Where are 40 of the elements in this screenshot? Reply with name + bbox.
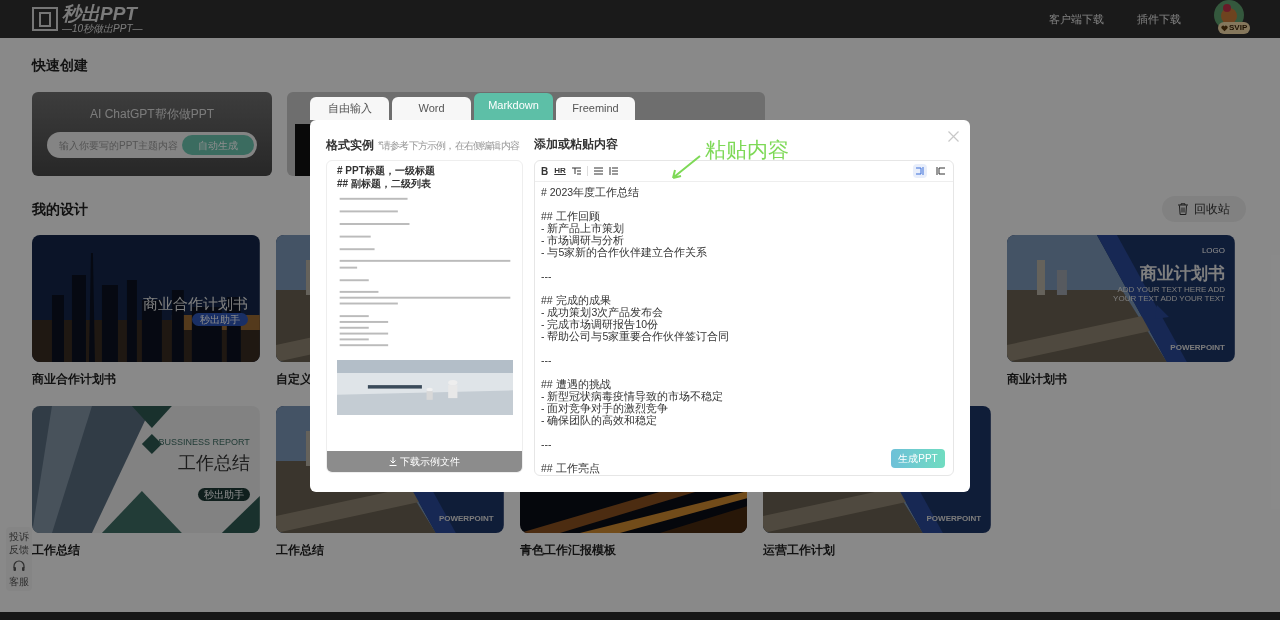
panel-title: 添加或粘贴内容: [534, 136, 618, 152]
slide-text: 秒出助手: [191, 313, 248, 326]
example-heading: # PPT标题，一级标题: [337, 164, 436, 177]
complaint-link[interactable]: 投诉反馈: [8, 530, 30, 556]
design-title: 商业合作计划书: [32, 372, 117, 386]
svip-badge: SVIP: [1218, 22, 1251, 34]
download-example-button[interactable]: 下载示例文件: [327, 451, 522, 472]
design-title: 工作总结: [32, 543, 81, 557]
slide-text: BUSSINESS REPORT: [158, 436, 250, 449]
slide-text: POWERPOINT: [1170, 342, 1225, 354]
design-title: 运营工作计划: [763, 543, 837, 557]
slide-text: 工作总结: [177, 452, 250, 475]
slide-text: LOGO: [1201, 245, 1225, 257]
service-link[interactable]: 客服: [9, 576, 29, 588]
slide-text: 商业计划书: [1140, 263, 1225, 285]
card-title: AI ChatGPT帮你做PPT: [90, 106, 214, 122]
dialog-tab[interactable]: Word: [392, 97, 471, 120]
header-link[interactable]: 客户端下载: [1049, 10, 1104, 28]
logo-subtitle: —10秒做出PPT—: [62, 24, 143, 34]
panel-title: 格式实例: [326, 137, 374, 154]
example-heading: ## 副标题，二级列表: [337, 178, 432, 190]
slide-text: POWERPOINT: [438, 513, 494, 525]
panel-note: *请参考下方示例，在右侧编辑内容: [378, 139, 520, 153]
slide-text: POWERPOINT: [926, 513, 982, 525]
slide-text: 商业合作计划书: [142, 294, 248, 314]
annotation-text: 粘贴内容: [705, 137, 789, 163]
design-title: 商业计划书: [1007, 372, 1069, 386]
section-title: 我的设计: [32, 199, 88, 219]
horizontal-rule-button[interactable]: HR: [554, 165, 566, 177]
bold-button[interactable]: B: [541, 163, 549, 179]
recycle-bin-button[interactable]: 回收站: [1162, 196, 1246, 222]
design-title: 工作总结: [275, 543, 325, 557]
section-title: 快速创建: [32, 57, 89, 73]
slide-text: ADD YOUR TEXT HERE ADD YOUR TEXT ADD YOUR TEXT: [1112, 285, 1225, 303]
dialog-tab[interactable]: Freemind: [556, 97, 635, 120]
slide-text: 秒出助手: [197, 488, 250, 501]
logo-title: 秒出PPT: [62, 4, 138, 24]
dialog-tab[interactable]: 自由输入: [310, 97, 389, 120]
design-title: 青色工作汇报模板: [519, 543, 617, 557]
header-link[interactable]: 插件下载: [1137, 10, 1181, 28]
